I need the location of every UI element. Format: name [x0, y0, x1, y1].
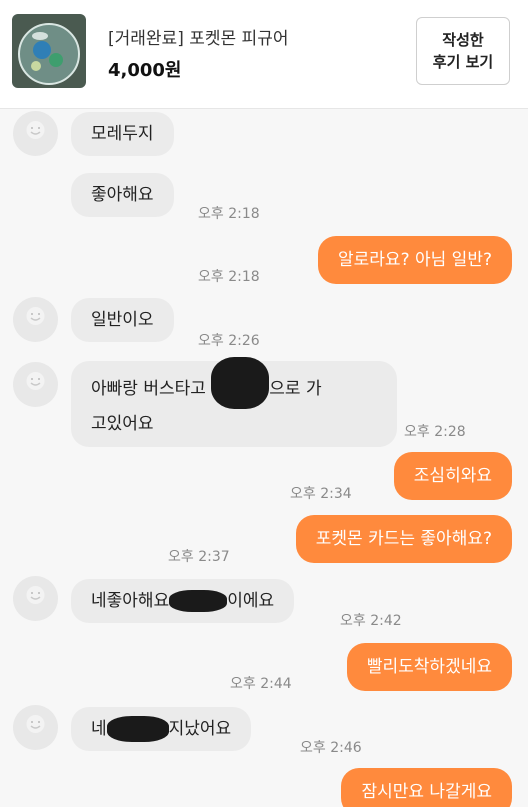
message-bubble: 네좋아해요 이에요 [71, 579, 295, 623]
message-text: 포켓몬 카드는 좋아해요? [315, 529, 492, 549]
message-text: 알로라요? 아님 일반? [338, 250, 492, 270]
avatar[interactable] [13, 297, 58, 342]
message-text: 잠시만요 나갈게요 [361, 782, 492, 802]
redaction-scribble [211, 357, 270, 409]
message-bubble: 모레두지 [71, 112, 174, 156]
message-text: 아빠랑 버스타고 [91, 379, 212, 399]
avatar[interactable] [13, 705, 58, 750]
avatar[interactable] [13, 362, 58, 407]
message-time: 오후 2:37 [168, 549, 230, 565]
message-bubble: 잠시만요 나갈게요 [341, 768, 512, 807]
message-bubble: 아빠랑 버스타고 으로 가 고있어요 [71, 357, 397, 447]
message-bubble: 조심히와요 [393, 452, 512, 500]
message-bubble: 좋아해요 [71, 173, 174, 217]
message-bubble: 빨리도착하겠네요 [346, 643, 512, 691]
product-price: 4,000원 [108, 60, 182, 81]
message-time: 오후 2:42 [340, 613, 402, 629]
avatar[interactable] [13, 576, 58, 621]
review-button-line1: 작성한 [442, 31, 484, 49]
message-time: 오후 2:26 [198, 333, 260, 349]
review-button-line2: 후기 보기 [432, 53, 494, 71]
message-text: 으로 가 [269, 379, 322, 399]
message-time: 오후 2:18 [198, 269, 260, 285]
chat-log[interactable]: 모레두지 좋아해요 오후 2:18 오후 2:18 알로라요? 아님 일반? 일… [0, 109, 528, 807]
product-title[interactable]: [거래완료] 포켓몬 피규어 [108, 24, 288, 49]
message-text: 모레두지 [91, 124, 154, 144]
message-time: 오후 2:28 [404, 424, 466, 440]
message-text: 고있어요 [91, 414, 154, 434]
message-text: 좋아해요 [91, 185, 154, 205]
message-text: 네좋아해요 [91, 591, 170, 611]
message-bubble: 일반이오 [71, 298, 174, 342]
message-text: 네 [91, 719, 107, 739]
message-text: 빨리도착하겠네요 [366, 657, 492, 677]
message-text: 지났어요 [168, 719, 232, 739]
product-thumbnail[interactable] [12, 14, 86, 88]
message-text: 일반이오 [91, 310, 154, 330]
view-review-button[interactable]: 작성한 후기 보기 [416, 17, 510, 85]
redaction-scribble [106, 716, 169, 742]
message-bubble: 네 지났어요 [71, 707, 252, 751]
message-time: 오후 2:44 [230, 676, 292, 692]
avatar[interactable] [13, 111, 58, 156]
message-bubble: 포켓몬 카드는 좋아해요? [295, 515, 512, 563]
message-bubble: 알로라요? 아님 일반? [318, 236, 512, 284]
chat-header: [거래완료] 포켓몬 피규어 4,000원 작성한 후기 보기 [0, 0, 528, 109]
message-time: 오후 2:46 [300, 740, 362, 756]
message-time: 오후 2:34 [290, 486, 352, 502]
message-text: 이에요 [227, 591, 275, 611]
message-time: 오후 2:18 [198, 206, 260, 222]
message-text: 조심히와요 [413, 466, 492, 486]
redaction-scribble [169, 590, 228, 612]
